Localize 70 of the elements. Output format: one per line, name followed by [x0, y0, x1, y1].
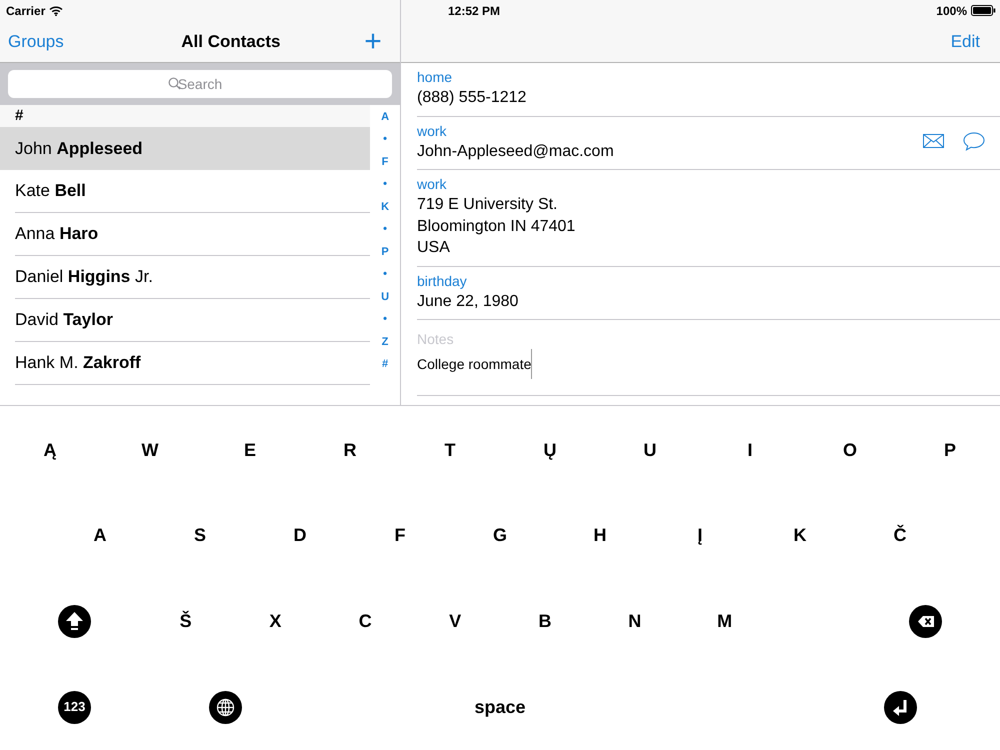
- index-letter[interactable]: •: [383, 174, 387, 196]
- index-letter[interactable]: U: [381, 286, 390, 308]
- keyboard-key[interactable]: D: [286, 522, 314, 548]
- keyboard-key[interactable]: X: [261, 608, 290, 634]
- keyboard-key[interactable]: Č: [886, 522, 914, 548]
- field-value: USA: [417, 238, 451, 258]
- keyboard-key[interactable]: S: [186, 522, 214, 548]
- globe-icon[interactable]: [209, 690, 242, 724]
- field-label: work: [417, 175, 448, 194]
- keyboard-key[interactable]: A: [86, 522, 114, 548]
- keyboard-key[interactable]: G: [484, 522, 515, 548]
- index-letter[interactable]: Z: [382, 331, 388, 354]
- wifi-icon: [49, 6, 64, 16]
- groups-button[interactable]: Groups: [8, 28, 64, 54]
- return-icon[interactable]: [884, 690, 917, 724]
- numbers-key[interactable]: 123: [58, 690, 91, 724]
- field-label: birthday: [417, 272, 468, 290]
- notes-field[interactable]: College roommate: [417, 349, 532, 379]
- shift-icon[interactable]: [58, 604, 91, 638]
- clock: 12:52 PM: [448, 2, 500, 20]
- index-letter[interactable]: •: [383, 264, 387, 286]
- field-value: John-Appleseed@mac.com: [417, 142, 615, 162]
- keyboard-key[interactable]: M: [709, 608, 740, 634]
- contact-row[interactable]: John Appleseed: [0, 127, 370, 170]
- mail-icon[interactable]: [923, 134, 944, 148]
- keyboard-key[interactable]: B: [530, 608, 560, 634]
- index-letter[interactable]: P: [381, 241, 389, 264]
- add-button[interactable]: +: [358, 26, 388, 56]
- field-value: June 22, 1980: [417, 292, 520, 312]
- keyboard-key[interactable]: T: [436, 436, 464, 464]
- index-letter[interactable]: •: [383, 218, 387, 241]
- field-label: Notes: [417, 330, 455, 349]
- keyboard-key[interactable]: V: [441, 608, 470, 634]
- message-icon[interactable]: [963, 132, 985, 151]
- field-label: home: [417, 68, 454, 87]
- keyboard-key[interactable]: I: [739, 436, 760, 464]
- keyboard-key[interactable]: Į: [689, 522, 710, 548]
- index-letter[interactable]: K: [381, 196, 390, 218]
- battery-percent: 100%: [936, 2, 967, 20]
- keyboard-key[interactable]: Ą: [36, 436, 64, 464]
- carrier-name: Carrier: [6, 2, 46, 20]
- field-value: (888) 555-1212: [417, 88, 528, 108]
- backspace-icon[interactable]: [909, 604, 942, 638]
- keyboard-key[interactable]: Š: [172, 608, 200, 634]
- field-value: Bloomington IN 47401: [417, 216, 576, 236]
- keyboard-key[interactable]: P: [936, 436, 964, 464]
- field-value: 719 E University St.: [417, 195, 558, 215]
- index-letter[interactable]: #: [382, 354, 388, 376]
- search-field[interactable]: Search: [8, 70, 392, 98]
- index-letter[interactable]: A: [381, 106, 390, 128]
- index-letter[interactable]: •: [383, 128, 387, 151]
- keyboard-key[interactable]: N: [620, 608, 650, 634]
- battery-icon: [971, 5, 996, 16]
- index-letter[interactable]: •: [383, 308, 387, 331]
- keyboard-key[interactable]: O: [834, 436, 865, 464]
- field-label: work: [417, 122, 448, 140]
- keyboard-key[interactable]: Ų: [536, 436, 564, 464]
- keyboard-key[interactable]: U: [636, 436, 664, 464]
- section-header: #: [15, 106, 24, 126]
- contacts-title: All Contacts: [181, 30, 280, 53]
- edit-button[interactable]: Edit: [950, 28, 980, 54]
- keyboard-key[interactable]: E: [236, 436, 264, 464]
- keyboard-key[interactable]: W: [134, 436, 166, 464]
- keyboard-key[interactable]: C: [350, 608, 380, 634]
- index-letter[interactable]: F: [382, 151, 388, 174]
- keyboard-key[interactable]: F: [386, 522, 414, 548]
- space-key[interactable]: space: [462, 694, 538, 720]
- keyboard-key[interactable]: H: [586, 522, 614, 548]
- keyboard-key[interactable]: R: [336, 436, 364, 464]
- keyboard-key[interactable]: K: [786, 522, 814, 548]
